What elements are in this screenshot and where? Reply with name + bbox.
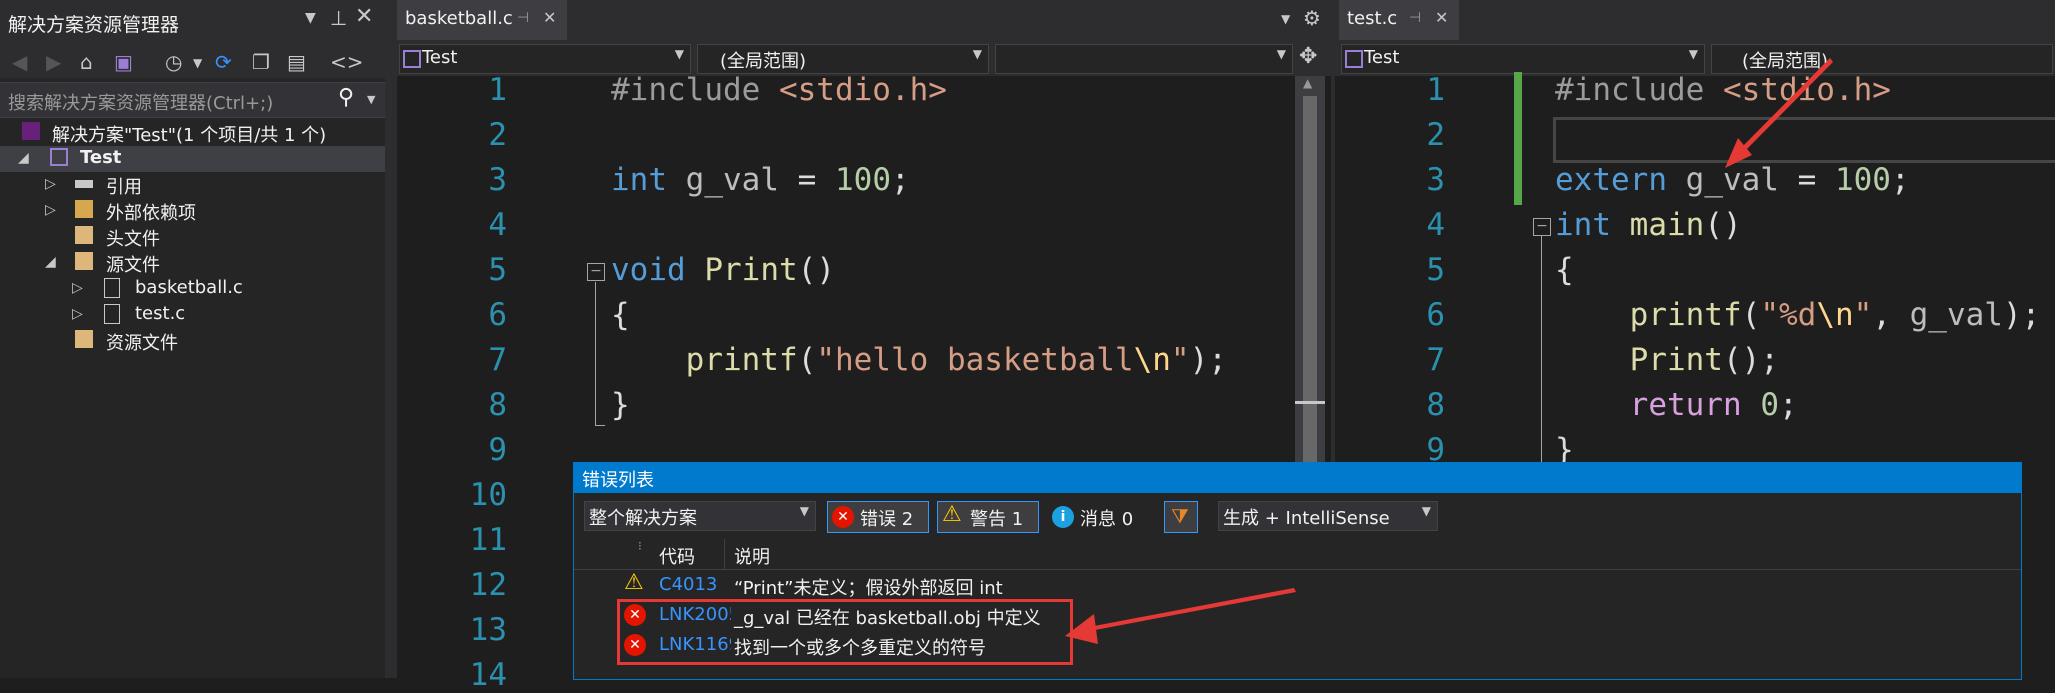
annotation-arrowhead (1065, 614, 1098, 644)
annotation-arrows (1065, 58, 1833, 644)
annotation-arrow (1094, 588, 1296, 630)
annotation-arrow (1741, 58, 1833, 152)
